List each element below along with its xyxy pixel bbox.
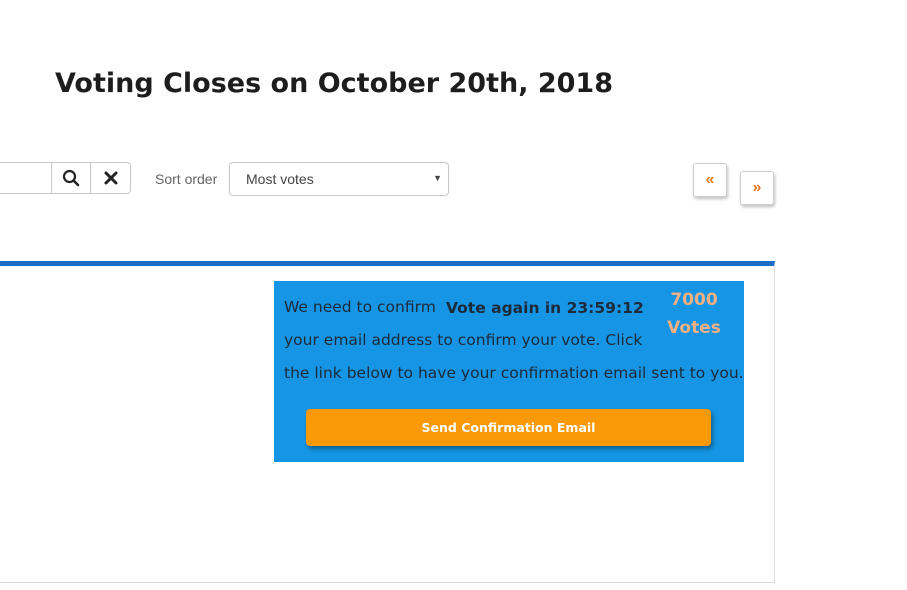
sort-order-label: Sort order <box>155 171 218 187</box>
sort-order-selected-value: Most votes <box>246 171 314 187</box>
previous-page-button[interactable]: « <box>693 163 727 197</box>
next-page-button[interactable]: » <box>740 171 774 205</box>
close-icon <box>104 171 117 185</box>
confirm-message-line-1: We need to confirm <box>284 298 436 316</box>
vote-count-number: 7000 <box>670 290 718 310</box>
sort-order-select[interactable]: Most votes ▼ <box>229 162 449 196</box>
page-title: Voting Closes on October 20th, 2018 <box>55 68 613 99</box>
clear-search-button[interactable] <box>91 162 131 194</box>
vote-again-countdown: Vote again in 23:59:12 <box>446 299 644 317</box>
chevron-down-icon: ▼ <box>433 173 442 183</box>
confirm-message-line-2: your email address to confirm your vote.… <box>284 331 643 349</box>
page: Voting Closes on October 20th, 2018 Sort… <box>0 0 907 590</box>
search-icon <box>62 169 80 187</box>
vote-count-unit: Votes <box>667 318 721 338</box>
vote-box: We need to confirm Vote again in 23:59:1… <box>274 281 744 462</box>
search-button[interactable] <box>51 162 91 194</box>
search-group <box>0 162 131 194</box>
search-input[interactable] <box>0 162 51 194</box>
send-confirmation-email-button[interactable]: Send Confirmation Email <box>306 409 711 446</box>
confirm-message-line-3: the link below to have your confirmation… <box>284 364 744 382</box>
vote-count: 7000 Votes <box>656 286 732 342</box>
